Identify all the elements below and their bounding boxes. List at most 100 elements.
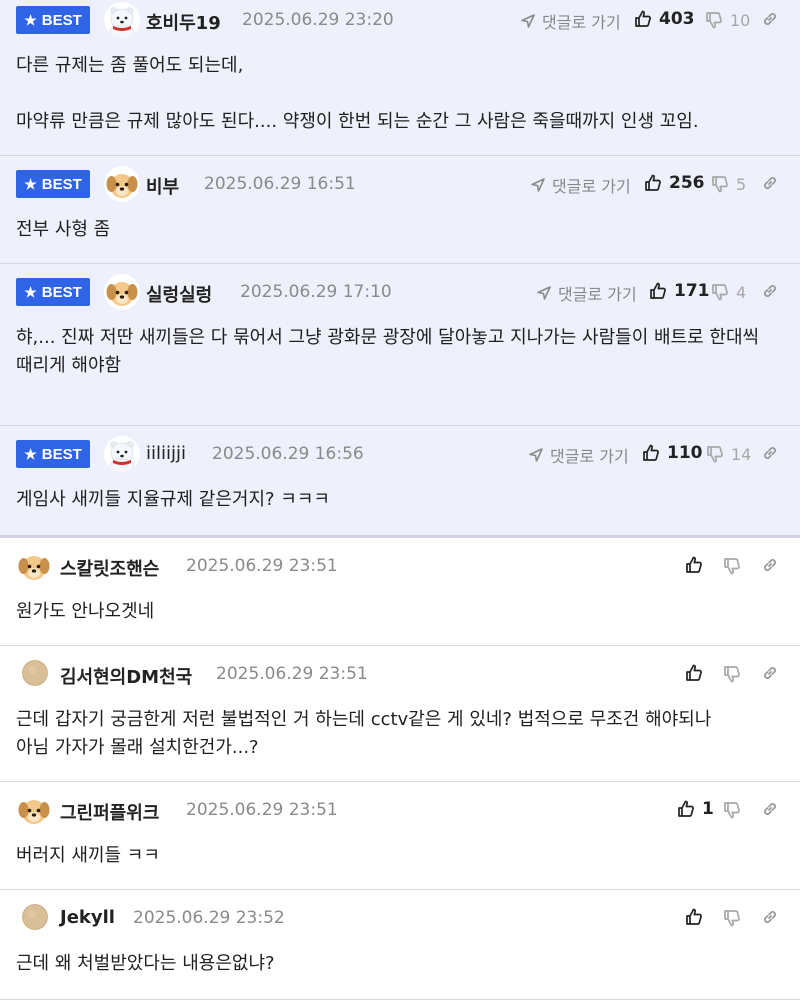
best-badge: ★ BEST <box>16 170 90 198</box>
default-avatar[interactable] <box>22 904 48 930</box>
puppy-avatar[interactable] <box>104 274 140 310</box>
thumbs-up-icon <box>633 9 653 29</box>
polar-bear-avatar[interactable] <box>104 2 140 38</box>
comment-date: 2025.06.29 23:51 <box>186 800 338 820</box>
go-to-reply-link[interactable]: 댓글로 가기 <box>536 281 637 305</box>
nickname[interactable]: 비부 <box>146 173 179 199</box>
comment: 스칼릿조핸슨 2025.06.29 23:51 원가도 안나오겟네 <box>0 538 800 646</box>
puppy-avatar[interactable] <box>104 166 140 202</box>
reply-link-label: 댓글로 가기 <box>550 447 629 466</box>
dislike-button[interactable]: 14 <box>705 444 751 464</box>
comment: 그린퍼플위크 2025.06.29 23:51 1 버러지 새끼들 ㅋㅋ <box>0 782 800 890</box>
navigation-arrow-icon <box>520 13 536 29</box>
like-button[interactable] <box>684 663 710 683</box>
nickname[interactable]: iiliijji <box>146 443 186 464</box>
dislike-count: 5 <box>736 174 747 194</box>
share-link-button[interactable] <box>761 174 779 192</box>
link-icon <box>761 444 779 462</box>
like-button[interactable]: 403 <box>633 9 695 29</box>
best-badge: ★ BEST <box>16 440 90 468</box>
thumbs-down-icon <box>710 174 730 194</box>
reply-link-label: 댓글로 가기 <box>558 285 637 304</box>
nickname[interactable]: 호비두19 <box>146 9 221 35</box>
nickname[interactable]: 그린퍼플위크 <box>60 799 159 825</box>
thumbs-down-icon <box>722 556 742 576</box>
dislike-button[interactable] <box>722 556 748 576</box>
best-badge-label: BEST <box>41 445 82 463</box>
nickname[interactable]: 실렁실렁 <box>146 281 212 307</box>
nickname[interactable]: 스칼릿조핸슨 <box>60 555 159 581</box>
thumbs-up-icon <box>648 281 668 301</box>
best-comment: ★ BEST 실렁실렁 2025.06.29 17:10 댓글로 가기 171 4… <box>0 264 800 426</box>
best-badge-label: BEST <box>41 175 82 193</box>
comment-header: ★ BEST 호비두19 2025.06.29 23:20 댓글로 가기 403 … <box>0 0 800 40</box>
thumbs-down-icon <box>722 908 742 928</box>
dislike-button[interactable]: 4 <box>710 282 746 302</box>
share-link-button[interactable] <box>761 282 779 300</box>
star-icon: ★ <box>24 176 37 192</box>
share-link-button[interactable] <box>761 444 779 462</box>
like-button[interactable]: 1 <box>676 799 714 819</box>
dislike-button[interactable] <box>722 800 748 820</box>
share-link-button[interactable] <box>761 556 779 574</box>
like-button[interactable]: 256 <box>643 173 705 193</box>
comment: Jekyll 2025.06.29 23:52 근데 왜 처벌받았다는 내용은없… <box>0 890 800 1000</box>
best-badge-label: BEST <box>41 11 82 29</box>
like-button[interactable]: 171 <box>648 281 710 301</box>
nickname[interactable]: Jekyll <box>60 907 115 928</box>
reply-link-label: 댓글로 가기 <box>542 13 621 32</box>
star-icon: ★ <box>24 446 37 462</box>
best-comment: ★ BEST 호비두19 2025.06.29 23:20 댓글로 가기 403 … <box>0 0 800 156</box>
comment-date: 2025.06.29 23:20 <box>242 10 394 30</box>
navigation-arrow-icon <box>528 447 544 463</box>
dislike-count: 10 <box>730 10 751 30</box>
dislike-button[interactable] <box>722 908 748 928</box>
dislike-count: 4 <box>736 282 747 302</box>
go-to-reply-link[interactable]: 댓글로 가기 <box>528 443 629 467</box>
star-icon: ★ <box>24 12 37 28</box>
dislike-count: 14 <box>731 444 752 464</box>
go-to-reply-link[interactable]: 댓글로 가기 <box>520 9 621 33</box>
comment-text: 원가도 안나오겟네 <box>16 601 155 622</box>
link-icon <box>761 556 779 574</box>
comment-date: 2025.06.29 16:56 <box>212 444 364 464</box>
like-count: 256 <box>669 173 705 193</box>
comment-text: 버러지 새끼들 ㅋㅋ <box>16 845 160 866</box>
comment-date: 2025.06.29 17:10 <box>240 282 392 302</box>
share-link-button[interactable] <box>761 10 779 28</box>
nickname[interactable]: 김서현의DM천국 <box>60 663 192 689</box>
comment-date: 2025.06.29 23:52 <box>133 908 285 928</box>
share-link-button[interactable] <box>761 908 779 926</box>
go-to-reply-link[interactable]: 댓글로 가기 <box>530 173 631 197</box>
dislike-button[interactable] <box>722 664 748 684</box>
link-icon <box>761 174 779 192</box>
like-button[interactable] <box>684 907 710 927</box>
comment: 김서현의DM천국 2025.06.29 23:51 근데 갑자기 궁금한게 저런… <box>0 646 800 782</box>
comment-date: 2025.06.29 16:51 <box>204 174 356 194</box>
share-link-button[interactable] <box>761 664 779 682</box>
navigation-arrow-icon <box>536 285 552 301</box>
best-badge-label: BEST <box>41 283 82 301</box>
comment-text: 근데 왜 처벌받았다는 내용은없냐? <box>16 953 275 974</box>
comment-date: 2025.06.29 23:51 <box>216 664 368 684</box>
share-link-button[interactable] <box>761 800 779 818</box>
comment-text: 햐,... 진짜 저딴 새끼들은 다 묶어서 그냥 광화문 광장에 달아놓고 지… <box>16 327 760 376</box>
like-button[interactable] <box>684 555 710 575</box>
star-icon: ★ <box>24 284 37 300</box>
default-avatar[interactable] <box>22 660 48 686</box>
best-badge: ★ BEST <box>16 6 90 34</box>
thumbs-up-icon <box>684 663 704 683</box>
comment-text: 전부 사형 좀 <box>16 219 111 240</box>
comment-date: 2025.06.29 23:51 <box>186 556 338 576</box>
thumbs-down-icon <box>705 444 725 464</box>
comment-text: 다른 규제는 좀 풀어도 되는데, 마약류 만큼은 규제 많아도 된다.... … <box>16 55 699 132</box>
like-count: 171 <box>674 281 710 301</box>
thumbs-down-icon <box>710 282 730 302</box>
dislike-button[interactable]: 5 <box>710 174 746 194</box>
puppy-avatar[interactable] <box>16 792 52 828</box>
puppy-avatar[interactable] <box>16 548 52 584</box>
link-icon <box>761 908 779 926</box>
polar-bear-avatar[interactable] <box>104 436 140 472</box>
dislike-button[interactable]: 10 <box>704 10 750 30</box>
like-button[interactable]: 110 <box>641 443 703 463</box>
